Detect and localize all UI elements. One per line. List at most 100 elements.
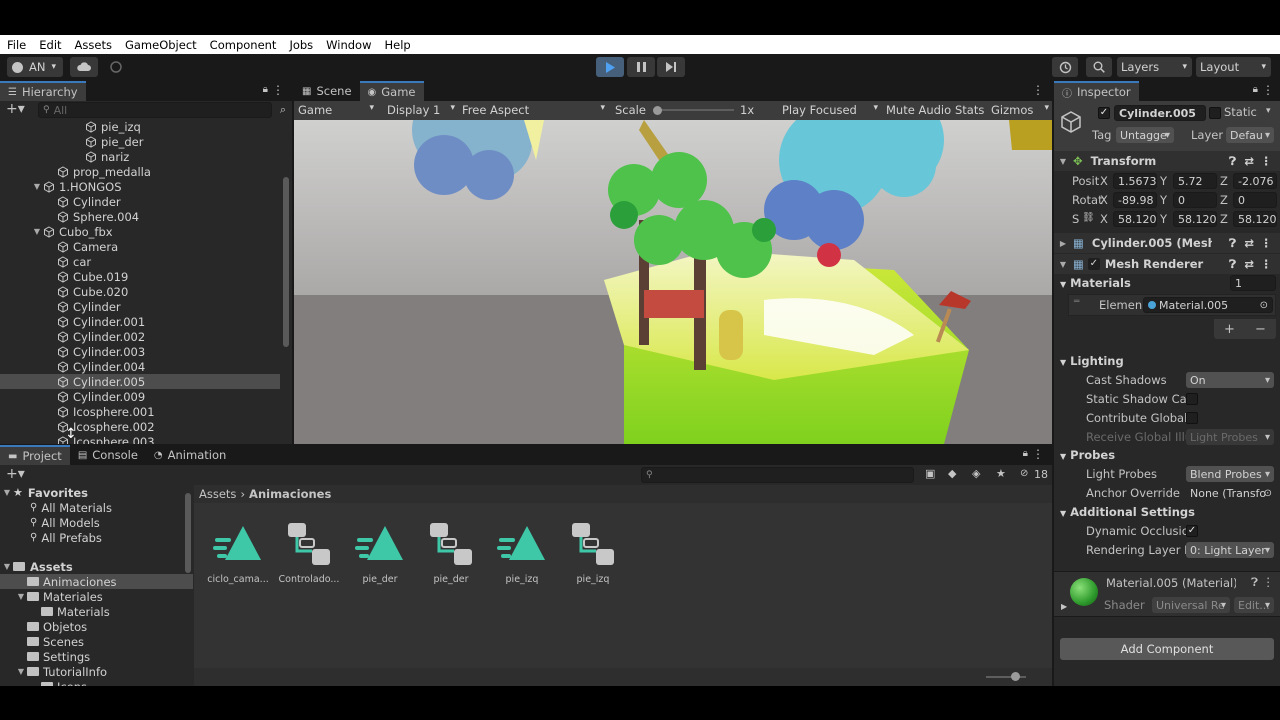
settings-icon[interactable]: ⇄ xyxy=(1244,154,1254,168)
folder-item[interactable]: ▼ Materiales xyxy=(0,589,193,604)
hierarchy-item[interactable]: Cylinder xyxy=(0,194,280,209)
transform-scale-z-field[interactable]: 58.120 xyxy=(1233,211,1277,227)
object-picker-icon[interactable]: ⊙ xyxy=(1260,300,1268,311)
link-icon[interactable]: ⛓ xyxy=(1082,212,1095,223)
axis-label-y[interactable]: Y xyxy=(1160,193,1167,207)
asset-item[interactable]: pie_der xyxy=(348,520,412,585)
expand-arrow-icon[interactable]: ▶ xyxy=(1061,602,1067,611)
scrollbar-thumb[interactable] xyxy=(283,177,289,347)
star-icon[interactable]: ★ xyxy=(996,467,1006,480)
stats-toggle[interactable]: Stats xyxy=(955,103,984,117)
menu-item-help[interactable]: Help xyxy=(378,38,417,52)
help-icon[interactable]: ❓︎ xyxy=(1229,257,1236,272)
tab-project[interactable]: ▬ Project xyxy=(0,445,70,465)
hierarchy-item[interactable]: Cylinder.003 xyxy=(0,344,280,359)
mesh-renderer-header[interactable]: ▼ ▦ ✓ Mesh Renderer ❓︎ ⇄ ⋮ xyxy=(1054,254,1280,274)
axis-label-y[interactable]: Y xyxy=(1160,212,1167,226)
filter-label-icon[interactable]: ◆ xyxy=(948,467,956,480)
folder-item[interactable]: ▼ TutorialInfo xyxy=(0,664,193,679)
game-viewport[interactable] xyxy=(294,120,1052,444)
shader-dropdown[interactable]: Universal Re xyxy=(1152,597,1230,613)
static-checkbox[interactable] xyxy=(1209,107,1221,119)
hierarchy-item[interactable]: pie_der xyxy=(0,134,280,149)
menu-item-jobs[interactable]: Jobs xyxy=(282,38,319,52)
hierarchy-item[interactable]: ▼ 1.HONGOS xyxy=(0,179,280,194)
materials-count-field[interactable]: 1 xyxy=(1230,275,1276,291)
axis-label-x[interactable]: X xyxy=(1100,174,1108,188)
hierarchy-item[interactable]: Icosphere.001 xyxy=(0,404,280,419)
active-checkbox[interactable]: ✓ xyxy=(1098,107,1110,119)
hierarchy-item[interactable]: Cylinder.001 xyxy=(0,314,280,329)
kebab-menu-icon[interactable]: ⋮ xyxy=(1263,575,1275,589)
axis-label-x[interactable]: X xyxy=(1100,212,1108,226)
kebab-menu-icon[interactable]: ⋮ xyxy=(1032,447,1044,461)
slider-thumb[interactable] xyxy=(653,106,662,115)
lighting-header[interactable]: ▼ Lighting xyxy=(1060,354,1124,368)
transform-rotation-z-field[interactable]: 0 xyxy=(1233,192,1277,208)
play-button[interactable] xyxy=(596,57,624,77)
layers-dropdown[interactable]: Layers ▾ xyxy=(1117,57,1192,77)
cast-shadows-dropdown[interactable]: On xyxy=(1186,372,1274,388)
hierarchy-item[interactable]: Icosphere.003 xyxy=(0,434,280,444)
tab-hierarchy[interactable]: ☰ Hierarchy xyxy=(0,81,86,101)
menu-item-edit[interactable]: Edit xyxy=(32,38,67,52)
filter-type-icon[interactable]: ▣ xyxy=(925,467,935,480)
hierarchy-item[interactable]: Sphere.004 xyxy=(0,209,280,224)
kebab-menu-icon[interactable]: ⋮ xyxy=(1261,257,1273,271)
layer-dropdown[interactable]: Defau xyxy=(1226,127,1274,143)
menu-item-assets[interactable]: Assets xyxy=(68,38,118,52)
transform-rotation-x-field[interactable]: -89.98 xyxy=(1113,192,1157,208)
object-picker-icon[interactable]: ⊙ xyxy=(1264,488,1272,499)
pause-button[interactable] xyxy=(627,57,655,77)
aspect-dropdown[interactable]: Free Aspect ▾ xyxy=(462,103,607,117)
hierarchy-item[interactable]: pie_izq xyxy=(0,119,280,134)
asset-item[interactable]: ciclo_cama... xyxy=(206,520,270,585)
cloud-button[interactable] xyxy=(70,57,98,77)
tab-inspector[interactable]: ⓘ Inspector xyxy=(1054,81,1139,101)
scrollbar-thumb[interactable] xyxy=(185,493,191,573)
axis-label-z[interactable]: Z xyxy=(1220,174,1228,188)
hierarchy-item[interactable]: Cylinder.004 xyxy=(0,359,280,374)
hierarchy-item[interactable]: Cylinder.002 xyxy=(0,329,280,344)
material-element-field[interactable]: Material.005 ⊙ xyxy=(1143,297,1273,313)
axis-label-z[interactable]: Z xyxy=(1220,212,1228,226)
hierarchy-item[interactable]: car xyxy=(0,254,280,269)
folder-item[interactable]: Animaciones xyxy=(0,574,193,589)
kebab-menu-icon[interactable]: ⋮ xyxy=(1261,236,1273,250)
display-mode-dropdown[interactable]: Game ▾ xyxy=(298,103,376,117)
transform-position-y-field[interactable]: 5.72 xyxy=(1173,173,1217,189)
favorite-item[interactable]: ⚲ All Models xyxy=(0,515,193,530)
additional-settings-header[interactable]: ▼ Additional Settings xyxy=(1060,505,1195,519)
transform-rotation-y-field[interactable]: 0 xyxy=(1173,192,1217,208)
project-tree-scrollbar[interactable] xyxy=(184,485,192,686)
hierarchy-search-input[interactable]: ⚲ All xyxy=(38,102,272,118)
expand-arrow-icon[interactable]: ▼ xyxy=(32,227,42,236)
menu-item-window[interactable]: Window xyxy=(319,38,377,52)
hierarchy-item[interactable]: Cylinder.005 xyxy=(0,374,280,389)
display-dropdown[interactable]: Display 1 ▾ xyxy=(387,103,457,117)
folder-item[interactable]: Settings xyxy=(0,649,193,664)
account-button[interactable]: AN ▾ xyxy=(7,57,63,77)
favorite-item[interactable]: ⚲ All Prefabs xyxy=(0,530,193,545)
tag-dropdown[interactable]: Untagge xyxy=(1116,127,1174,143)
drag-handle-icon[interactable]: ═ xyxy=(1074,297,1079,307)
tab-animation[interactable]: ◔ Animation xyxy=(145,445,235,465)
layout-dropdown[interactable]: Layout ▾ xyxy=(1196,57,1271,77)
kebab-menu-icon[interactable]: ⋮ xyxy=(1262,83,1274,97)
kebab-menu-icon[interactable]: ⋮ xyxy=(1261,154,1273,168)
transform-header[interactable]: ▼ ✥ Transform ❓︎ ⇄ ⋮ xyxy=(1054,151,1280,171)
hidden-count-icon[interactable]: ⊘ xyxy=(1020,468,1028,479)
materials-header[interactable]: ▼ Materials xyxy=(1060,276,1131,290)
lock-icon[interactable]: 🔒︎ xyxy=(263,84,268,95)
settings-icon[interactable]: ⇄ xyxy=(1244,257,1254,271)
asset-item[interactable]: Controlado... xyxy=(277,520,341,585)
folder-item[interactable]: Objetos xyxy=(0,619,193,634)
transform-position-z-field[interactable]: -2.076 xyxy=(1233,173,1277,189)
anchor-override-field[interactable]: None (Transfo ⊙ xyxy=(1186,485,1274,501)
help-icon[interactable]: ❓︎ xyxy=(1251,575,1258,590)
lock-icon[interactable]: 🔒︎ xyxy=(1023,448,1028,459)
breadcrumb-assets[interactable]: Assets xyxy=(199,487,236,501)
rendering-layer-dropdown[interactable]: 0: Light Layer xyxy=(1186,542,1274,558)
transform-position-x-field[interactable]: 1.5673 xyxy=(1113,173,1157,189)
project-search-input[interactable]: ⚲ xyxy=(641,467,914,483)
